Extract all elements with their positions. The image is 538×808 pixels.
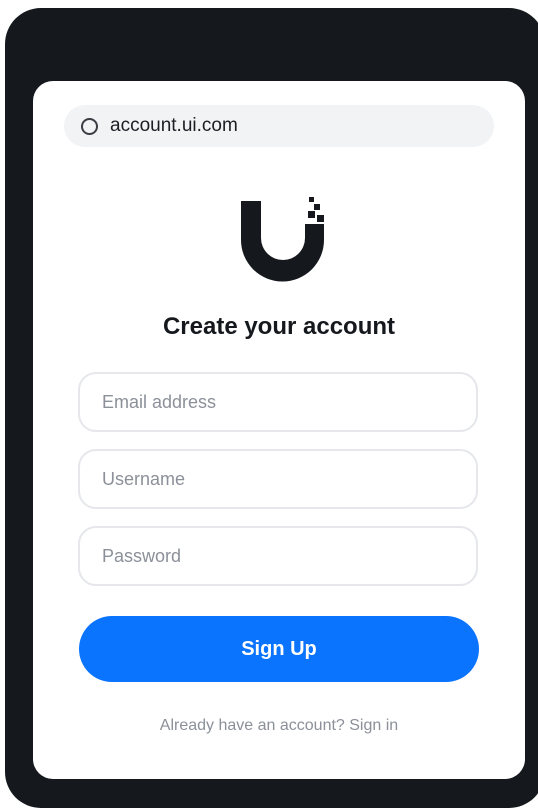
device-frame: account.ui.com Create your account Sign … bbox=[5, 8, 538, 808]
ui-logo-icon bbox=[241, 197, 324, 282]
address-bar[interactable]: account.ui.com bbox=[64, 105, 494, 147]
sign-up-button[interactable]: Sign Up bbox=[79, 616, 479, 682]
url-text: account.ui.com bbox=[110, 115, 238, 136]
sign-in-link[interactable]: Already have an account? Sign in bbox=[33, 717, 525, 735]
browser-screen: account.ui.com Create your account Sign … bbox=[33, 81, 525, 779]
username-field[interactable] bbox=[78, 449, 478, 509]
page-title: Create your account bbox=[162, 313, 396, 340]
password-field[interactable] bbox=[78, 526, 478, 586]
circle-icon bbox=[81, 117, 98, 135]
email-field[interactable] bbox=[78, 372, 478, 432]
